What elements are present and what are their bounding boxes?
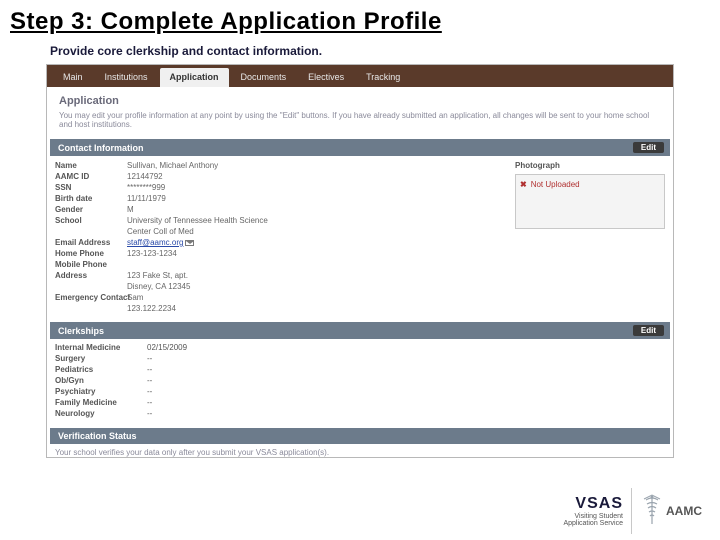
clerkships-body: Internal Medicine02/15/2009 Surgery-- Pe… (47, 339, 673, 426)
verification-section-bar: Verification Status (50, 428, 670, 444)
clerk-neurology: Neurology (55, 409, 147, 420)
label-aamc-id: AAMC ID (55, 171, 127, 182)
photograph-status: Not Uploaded (531, 179, 580, 190)
photograph-frame[interactable]: ✖ Not Uploaded (515, 174, 665, 229)
clerk-family-medicine: Family Medicine (55, 398, 147, 409)
mail-icon (185, 240, 194, 246)
slide-subtitle: Provide core clerkship and contact infor… (0, 40, 720, 64)
edit-clerkships-button[interactable]: Edit (633, 325, 664, 336)
clerk-internal-medicine: Internal Medicine (55, 343, 147, 354)
contact-section-body: Name AAMC ID SSN Birth date Gender Schoo… (47, 156, 673, 320)
verification-section-title: Verification Status (58, 431, 137, 441)
label-gender: Gender (55, 204, 127, 215)
edit-contact-button[interactable]: Edit (633, 142, 664, 153)
clerk-surgery-date: -- (147, 354, 152, 365)
tab-tracking[interactable]: Tracking (356, 68, 410, 87)
value-home-phone: 123-123-1234 (127, 248, 268, 259)
clerk-surgery: Surgery (55, 354, 147, 365)
clerk-internal-medicine-date: 02/15/2009 (147, 343, 187, 354)
clerk-pediatrics: Pediatrics (55, 365, 147, 376)
value-ssn: ********999 (127, 182, 268, 193)
clerkships-section-title: Clerkships (58, 326, 104, 336)
value-name: Sullivan, Michael Anthony (127, 160, 268, 171)
label-ssn: SSN (55, 182, 127, 193)
value-school2: Center Coll of Med (127, 226, 268, 237)
label-school: School (55, 215, 127, 226)
tab-application[interactable]: Application (160, 68, 229, 87)
value-birth: 11/11/1979 (127, 193, 268, 204)
page-note: You may edit your profile information at… (47, 109, 673, 137)
caduceus-icon (640, 494, 664, 528)
footer-divider (631, 488, 632, 534)
email-link[interactable]: staff@aamc.org (127, 238, 183, 247)
page-header: Application (47, 87, 673, 109)
clerkships-section-bar: Clerkships Edit (50, 322, 670, 339)
vsas-tagline-1: Visiting Student (563, 513, 623, 520)
tab-documents[interactable]: Documents (231, 68, 297, 87)
label-birth: Birth date (55, 193, 127, 204)
clerk-psychiatry: Psychiatry (55, 387, 147, 398)
clerk-family-medicine-date: -- (147, 398, 152, 409)
value-emergency1: Sam (127, 292, 268, 303)
label-name: Name (55, 160, 127, 171)
tab-bar: Main Institutions Application Documents … (47, 65, 673, 87)
verification-body: Your school verifies your data only afte… (47, 444, 673, 458)
value-aamc-id: 12144792 (127, 171, 268, 182)
tab-institutions[interactable]: Institutions (95, 68, 158, 87)
clerk-obgyn-date: -- (147, 376, 152, 387)
verification-note: Your school verifies your data only afte… (55, 448, 665, 457)
vsas-logo-text: VSAS (563, 495, 623, 513)
value-emergency2: 123.122.2234 (127, 303, 268, 314)
value-gender: M (127, 204, 268, 215)
label-mobile-phone: Mobile Phone (55, 259, 127, 270)
tab-electives[interactable]: Electives (298, 68, 354, 87)
label-emergency: Emergency Contact (55, 292, 127, 303)
photograph-label: Photograph (515, 160, 665, 171)
value-mobile-phone (127, 259, 268, 270)
clerk-obgyn: Ob/Gyn (55, 376, 147, 387)
value-school: University of Tennessee Health Science (127, 215, 268, 226)
clerk-psychiatry-date: -- (147, 387, 152, 398)
slide-title: Step 3: Complete Application Profile (0, 0, 720, 40)
label-home-phone: Home Phone (55, 248, 127, 259)
not-uploaded-icon: ✖ (520, 179, 527, 190)
photograph-box: Photograph ✖ Not Uploaded (515, 160, 665, 314)
application-window: Main Institutions Application Documents … (46, 64, 674, 458)
slide-footer: VSAS Visiting Student Application Servic… (563, 488, 702, 534)
contact-section-bar: Contact Information Edit (50, 139, 670, 156)
clerk-pediatrics-date: -- (147, 365, 152, 376)
clerk-neurology-date: -- (147, 409, 152, 420)
value-address1: 123 Fake St, apt. (127, 270, 268, 281)
contact-section-title: Contact Information (58, 143, 144, 153)
value-address2: Disney, CA 12345 (127, 281, 268, 292)
aamc-logo-text: AAMC (666, 504, 702, 518)
tab-main[interactable]: Main (53, 68, 93, 87)
vsas-tagline-2: Application Service (563, 520, 623, 527)
label-email: Email Address (55, 237, 127, 248)
label-address: Address (55, 270, 127, 281)
